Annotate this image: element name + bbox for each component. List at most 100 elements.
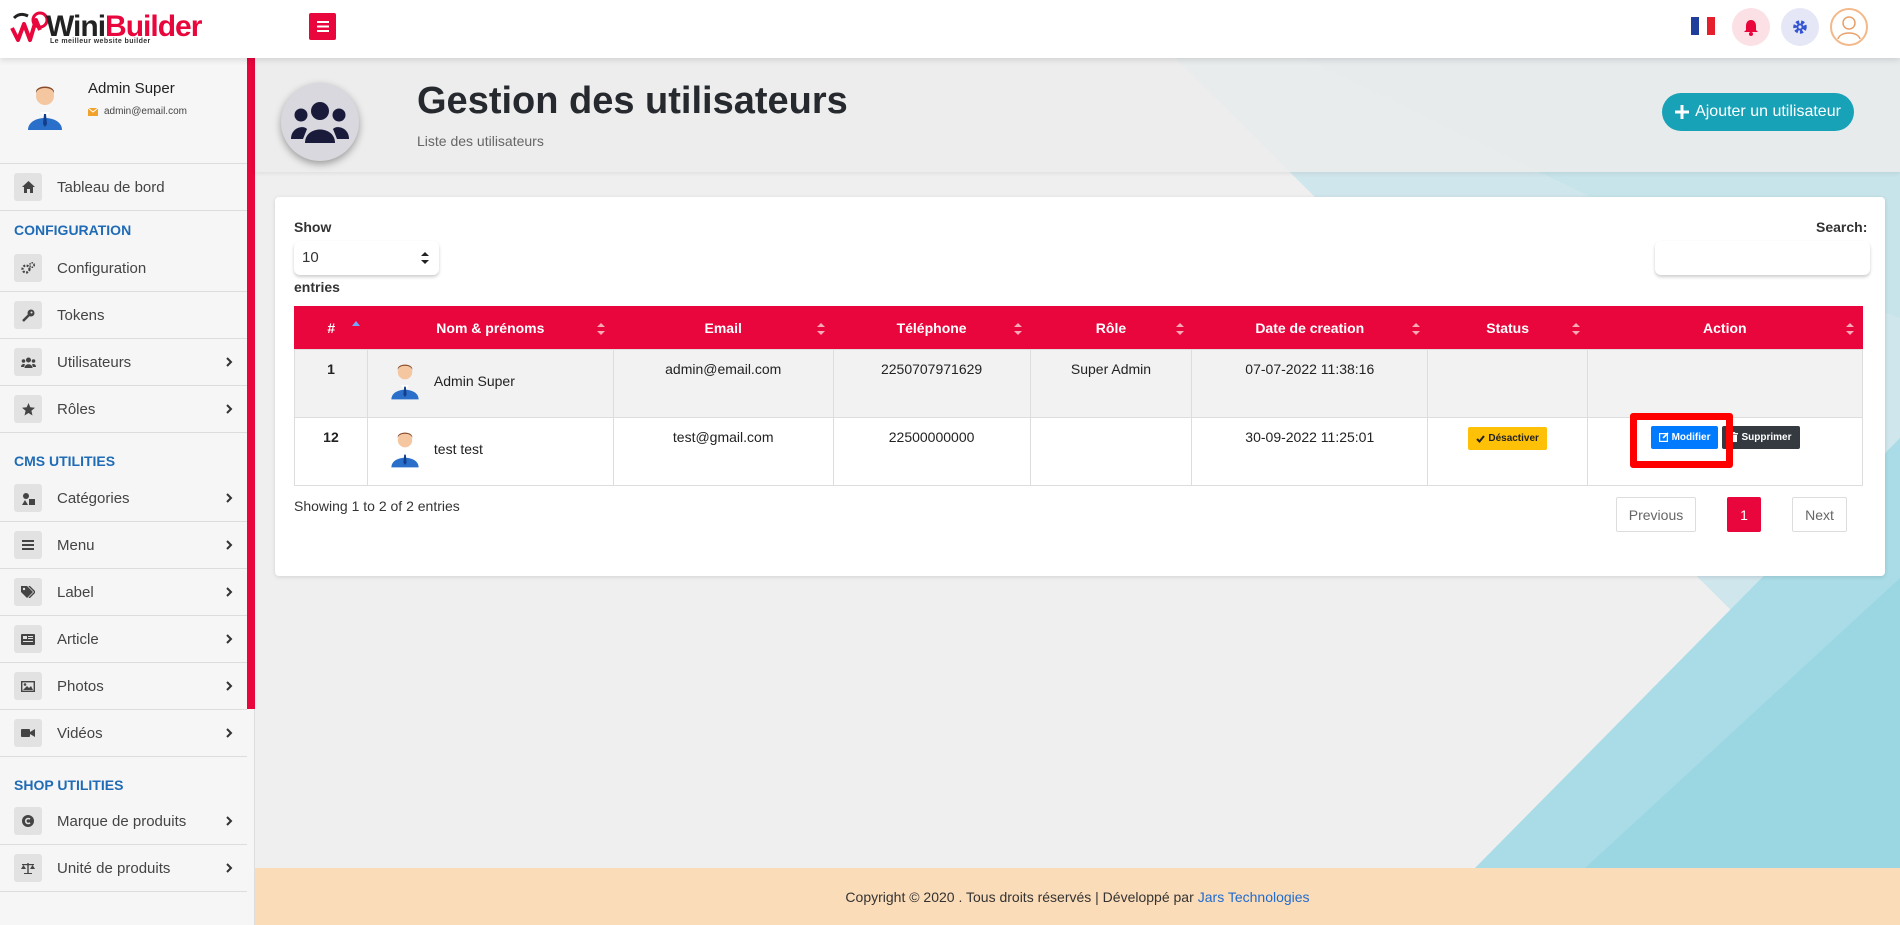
search-label: Search: <box>1816 219 1868 235</box>
cell-name: Admin Super <box>366 349 614 418</box>
sidebar-profile: Admin Super admin@email.com <box>0 58 247 164</box>
sort-caret-icon <box>421 252 429 264</box>
footer-link[interactable]: Jars Technologies <box>1198 889 1310 905</box>
pagination-next-button[interactable]: Next <box>1792 497 1847 532</box>
profile-name: Admin Super <box>88 80 175 97</box>
edit-user-button[interactable]: Modifier <box>1650 425 1719 449</box>
newspaper-icon <box>14 625 42 653</box>
sidebar-item-videos[interactable]: Vidéos <box>0 710 247 757</box>
sidebar: Admin Super admin@email.com Tableau de b… <box>0 58 255 925</box>
user-name: test test <box>433 441 483 457</box>
home-icon <box>14 173 42 201</box>
chevron-right-icon <box>226 357 233 367</box>
tags-icon <box>14 578 42 606</box>
avatar <box>28 86 62 130</box>
sidebar-item-configuration[interactable]: Configuration <box>0 245 247 292</box>
users-table: # Nom & prénoms Email Téléphone Rôle Dat… <box>294 306 1863 486</box>
edit-icon <box>1658 432 1669 442</box>
page-length-select[interactable]: 10 <box>294 241 439 275</box>
column-header-status[interactable]: Status <box>1427 306 1588 350</box>
chevron-right-icon <box>226 404 233 414</box>
plus-icon <box>1675 105 1690 119</box>
column-header-name[interactable]: Nom & prénoms <box>367 306 614 350</box>
sidebar-item-product-brands[interactable]: Marque de produits <box>0 798 247 845</box>
column-header-email[interactable]: Email <box>613 306 834 350</box>
sidebar-accent-bar <box>247 58 255 709</box>
cogs-icon <box>14 254 42 282</box>
delete-user-button[interactable]: Supprimer <box>1722 425 1800 449</box>
chevron-right-icon <box>226 728 233 738</box>
video-icon <box>14 719 42 747</box>
column-header-created[interactable]: Date de creation <box>1191 306 1428 350</box>
deactivate-button[interactable]: Désactiver <box>1468 427 1547 450</box>
sidebar-item-tokens[interactable]: Tokens <box>0 292 247 339</box>
sidebar-item-label: Article <box>57 630 99 648</box>
sidebar-item-label-menu[interactable]: Label <box>0 569 247 616</box>
bell-icon <box>1744 19 1758 36</box>
trash-icon <box>1730 432 1739 442</box>
sidebar-item-roles[interactable]: Rôles <box>0 386 247 433</box>
pagination-previous-button[interactable]: Previous <box>1616 497 1696 532</box>
sidebar-item-categories[interactable]: Catégories <box>0 475 247 522</box>
users-header-icon <box>281 83 359 161</box>
section-title-configuration: CONFIGURATION <box>14 222 132 238</box>
sidebar-item-article[interactable]: Article <box>0 616 247 663</box>
sidebar-item-users[interactable]: Utilisateurs <box>0 339 247 386</box>
search-input[interactable] <box>1655 241 1870 275</box>
user-menu-button[interactable] <box>1830 8 1868 46</box>
sidebar-item-label: Catégories <box>57 489 130 507</box>
notifications-button[interactable] <box>1732 8 1770 46</box>
cell-phone: 22500000000 <box>832 417 1031 486</box>
settings-button[interactable] <box>1781 8 1819 46</box>
sort-icon <box>1014 323 1023 335</box>
cell-action <box>1587 349 1863 418</box>
cell-created: 30-09-2022 11:25:01 <box>1191 417 1429 486</box>
profile-email: admin@email.com <box>88 106 187 117</box>
user-avatar-icon <box>1837 16 1861 40</box>
image-icon <box>14 672 42 700</box>
sidebar-item-label: Label <box>57 583 94 601</box>
cell-created: 07-07-2022 11:38:16 <box>1191 349 1429 418</box>
table-row: 12 test test test@gmail.com 22500000000 … <box>294 417 1863 486</box>
gear-icon <box>1793 20 1807 34</box>
table-row: 1 Admin Super admin@email.com 2250707971… <box>294 349 1863 418</box>
user-name: Admin Super <box>433 373 515 389</box>
sort-icon <box>1411 323 1420 335</box>
star-icon <box>14 395 42 423</box>
column-header-phone[interactable]: Téléphone <box>833 306 1031 350</box>
bars-icon <box>316 21 329 32</box>
add-user-button[interactable]: Ajouter un utilisateur <box>1662 93 1854 131</box>
column-header-role[interactable]: Rôle <box>1030 306 1192 350</box>
list-icon <box>14 531 42 559</box>
page-subtitle: Liste des utilisateurs <box>417 133 544 149</box>
french-flag-icon[interactable] <box>1691 17 1715 35</box>
sidebar-item-menu[interactable]: Menu <box>0 522 247 569</box>
top-navbar: WiniBuilder Le meilleur website builder <box>0 0 1900 58</box>
cell-email: test@gmail.com <box>612 417 834 486</box>
chevron-right-icon <box>226 681 233 691</box>
chevron-right-icon <box>226 493 233 503</box>
brand-logo[interactable]: WiniBuilder Le meilleur website builder <box>10 6 202 46</box>
sidebar-item-photos[interactable]: Photos <box>0 663 247 710</box>
page-title: Gestion des utilisateurs <box>417 80 848 122</box>
column-header-id[interactable]: # <box>294 306 368 350</box>
pagination-page-1[interactable]: 1 <box>1727 497 1761 532</box>
add-user-label: Ajouter un utilisateur <box>1695 103 1841 120</box>
cell-id: 1 <box>294 349 368 418</box>
sidebar-item-product-units[interactable]: Unité de produits <box>0 845 247 892</box>
sort-icon <box>1846 323 1854 335</box>
chevron-right-icon <box>226 540 233 550</box>
sidebar-item-label: Rôles <box>57 400 96 418</box>
cell-status <box>1427 349 1589 418</box>
sidebar-toggle-button[interactable] <box>309 13 336 40</box>
show-label: Show <box>294 219 332 235</box>
sort-icon <box>1571 323 1580 335</box>
sidebar-item-dashboard[interactable]: Tableau de bord <box>0 164 247 211</box>
sidebar-item-label: Menu <box>57 536 95 554</box>
cell-status: Désactiver <box>1427 417 1589 486</box>
avatar <box>391 432 419 468</box>
sidebar-item-label: Configuration <box>57 259 147 277</box>
column-header-action[interactable]: Action <box>1587 306 1863 350</box>
key-icon <box>14 301 42 329</box>
profile-email-text: admin@email.com <box>104 106 187 117</box>
